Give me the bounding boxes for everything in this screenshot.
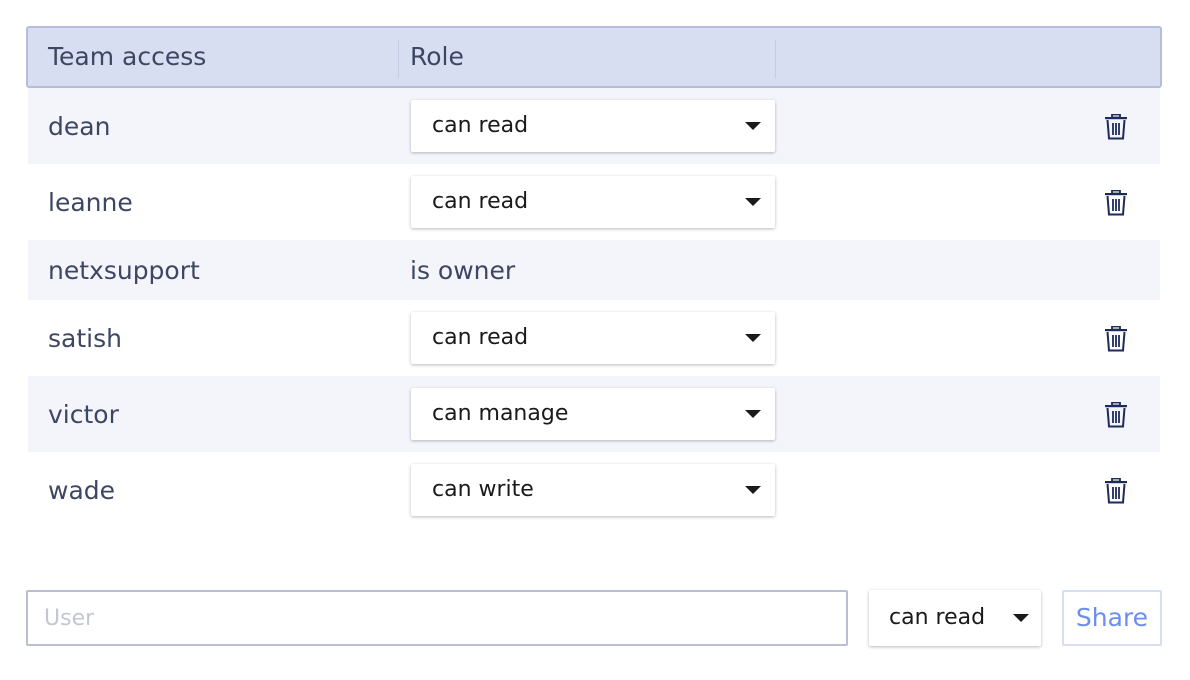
share-role-select[interactable]: can read [869, 590, 1041, 646]
row-username: netxsupport [48, 255, 200, 285]
caret-down-icon [745, 486, 761, 494]
row-username: dean [48, 111, 111, 141]
user-input[interactable] [26, 590, 848, 646]
role-select-value: can read [432, 113, 529, 138]
caret-down-icon [745, 198, 761, 206]
caret-down-icon [1013, 614, 1029, 622]
header-role: Role [410, 42, 464, 71]
caret-down-icon [745, 122, 761, 130]
role-select[interactable]: can manage [411, 388, 775, 440]
caret-down-icon [745, 334, 761, 342]
team-access-panel: Team access Role dean can read leanne ca… [0, 0, 1190, 680]
header-divider [398, 40, 399, 78]
caret-down-icon [745, 410, 761, 418]
role-select[interactable]: can read [411, 312, 775, 364]
share-form: can read Share [26, 590, 1162, 646]
trash-icon[interactable] [1104, 326, 1128, 352]
row-username: leanne [48, 187, 133, 217]
header-team-access: Team access [48, 42, 207, 71]
team-access-table: Team access Role dean can read leanne ca… [26, 26, 1162, 528]
table-row: victor can manage [28, 376, 1160, 452]
role-select[interactable]: can read [411, 176, 775, 228]
role-select[interactable]: can write [411, 464, 775, 516]
trash-icon[interactable] [1104, 478, 1128, 504]
table-row: satish can read [28, 300, 1160, 376]
table-row: dean can read [28, 88, 1160, 164]
row-username: victor [48, 399, 119, 429]
trash-icon[interactable] [1104, 114, 1128, 140]
role-select-value: can read [432, 189, 529, 214]
share-button[interactable]: Share [1062, 590, 1162, 646]
row-username: satish [48, 323, 122, 353]
table-row: leanne can read [28, 164, 1160, 240]
table-row: netxsupport is owner [28, 240, 1160, 300]
trash-icon[interactable] [1104, 190, 1128, 216]
table-row: wade can write [28, 452, 1160, 528]
role-select-value: can read [432, 325, 529, 350]
table-header: Team access Role [26, 26, 1162, 88]
role-select-value: can manage [432, 401, 569, 426]
role-select[interactable]: can read [411, 100, 775, 152]
header-divider [775, 40, 776, 78]
row-username: wade [48, 475, 116, 505]
role-select-value: can write [432, 477, 534, 502]
role-owner-label: is owner [410, 255, 516, 285]
share-role-value: can read [889, 605, 986, 630]
trash-icon[interactable] [1104, 402, 1128, 428]
